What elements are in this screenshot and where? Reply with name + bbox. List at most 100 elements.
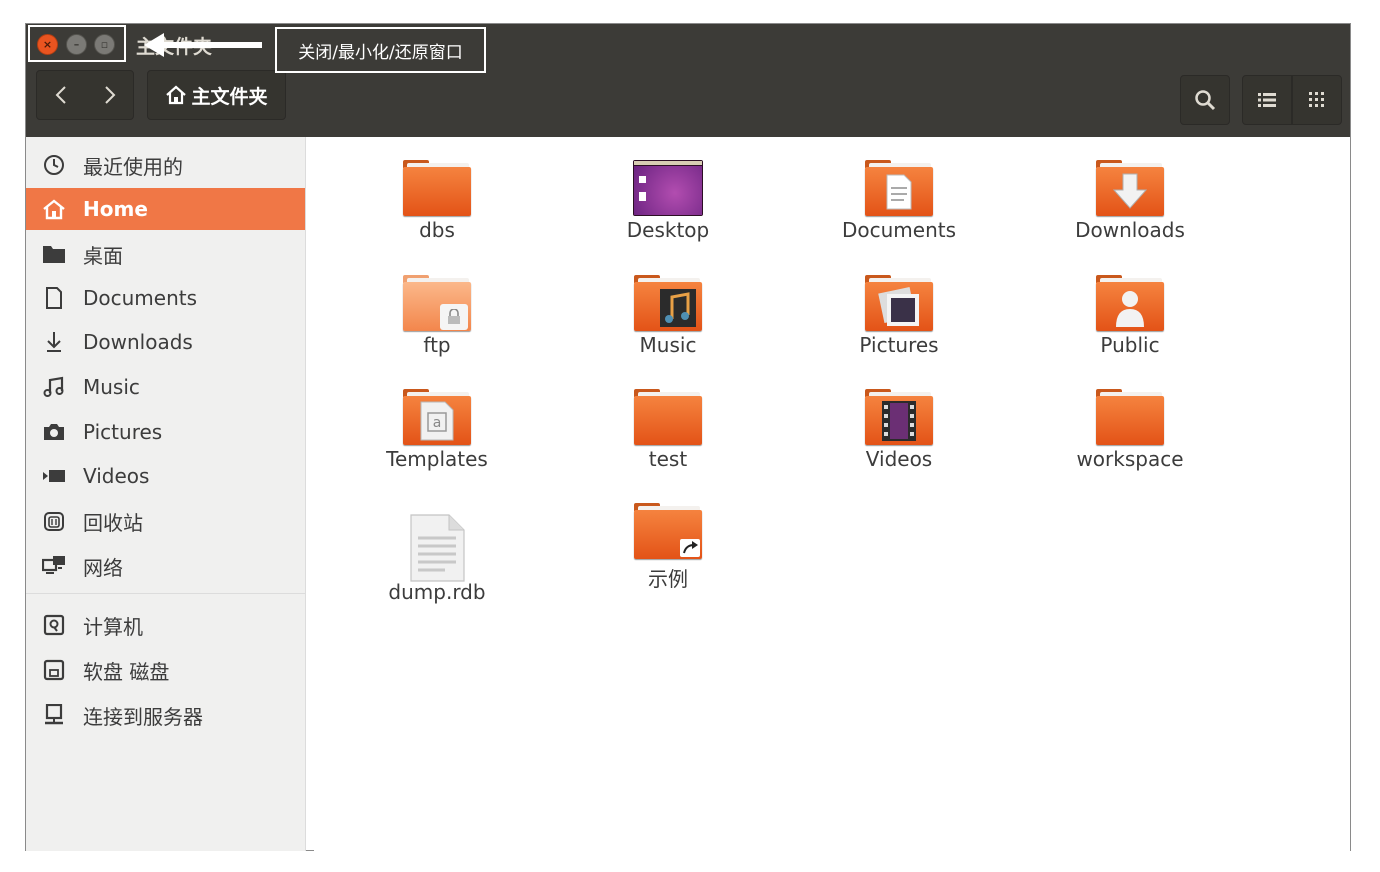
search-button[interactable] [1180,75,1230,125]
list-view-icon [1258,93,1276,107]
sidebar-item-trash[interactable]: 回收站 [26,501,305,541]
folder-documents-icon [865,160,933,216]
chevron-right-icon [105,86,116,104]
sidebar-item-computer[interactable]: 计算机 [26,605,305,645]
sidebar: 最近使用的 Home 桌面 Documents Downloads Music … [26,137,306,851]
sidebar-item-label: 连接到服务器 [83,704,203,729]
file-item-desktop[interactable]: Desktop [568,160,768,242]
video-icon [42,464,66,488]
file-item-ftp[interactable]: ftp [337,275,537,357]
list-view-button[interactable] [1242,75,1292,125]
folder-icon [403,160,471,216]
file-item-workspace[interactable]: workspace [1030,389,1230,471]
file-label: ftp [423,333,451,357]
file-label: Videos [865,447,933,471]
title-bar: × – ▫ 主文件夹 关闭/最小化/还原窗口 [26,24,1350,73]
toolbar: 主文件夹 [26,66,1350,137]
chevron-left-icon [55,86,66,104]
home-icon [166,85,187,105]
sidebar-item-label: Downloads [83,330,193,354]
sidebar-item-floppy[interactable]: 软盘 磁盘 [26,650,305,690]
file-label: Templates [386,447,488,471]
folder-templates-icon: a [403,389,471,445]
folder-icon [1096,389,1164,445]
grid-view-button[interactable] [1292,75,1342,125]
folder-downloads-icon [1096,160,1164,216]
file-item-templates[interactable]: a Templates [337,389,537,471]
sidebar-item-label: Videos [83,464,150,488]
file-label: Desktop [626,218,710,242]
file-label: Downloads [1075,218,1185,242]
sidebar-item-label: 桌面 [83,243,123,268]
document-icon [42,286,66,310]
file-label: test [648,447,688,471]
sidebar-item-music[interactable]: Music [26,367,305,407]
download-icon [42,330,66,354]
file-item-test[interactable]: test [568,389,768,471]
trash-icon [42,509,66,533]
computer-icon [42,613,66,637]
folder-icon [634,389,702,445]
file-item-music[interactable]: Music [568,275,768,357]
file-item-public[interactable]: Public [1030,275,1230,357]
grid-view-icon [1309,92,1324,107]
folder-link-icon [634,503,702,559]
file-item-examples[interactable]: 示例 [568,503,768,592]
music-icon [42,375,66,399]
file-item-videos[interactable]: Videos [799,389,999,471]
home-icon [42,197,66,221]
desktop-folder-icon [633,160,703,216]
file-item-dbs[interactable]: dbs [337,160,537,242]
file-label: workspace [1076,447,1184,471]
sidebar-item-downloads[interactable]: Downloads [26,322,305,362]
annotation-label: 关闭/最小化/还原窗口 [275,27,486,73]
sidebar-item-label: 最近使用的 [83,154,183,179]
sidebar-item-label: Music [83,375,140,399]
folder-locked-icon [403,275,471,331]
sidebar-item-videos[interactable]: Videos [26,456,305,496]
text-file-icon [410,514,465,582]
sidebar-item-label: 网络 [83,555,123,580]
file-item-pictures[interactable]: Pictures [799,275,999,357]
file-label: Documents [841,218,957,242]
file-label: Music [639,333,697,357]
sidebar-item-documents[interactable]: Documents [26,278,305,318]
sidebar-item-label: Home [83,197,148,221]
sidebar-item-label: 软盘 磁盘 [83,659,170,684]
sidebar-item-desktop[interactable]: 桌面 [26,234,305,274]
sidebar-item-home[interactable]: Home [26,188,305,230]
sidebar-item-label: 回收站 [83,510,143,535]
file-manager-window: × – ▫ 主文件夹 关闭/最小化/还原窗口 主文件夹 [25,23,1351,851]
back-button[interactable] [37,71,85,119]
server-icon [42,703,66,727]
folder-videos-icon [865,389,933,445]
file-item-downloads[interactable]: Downloads [1030,160,1230,242]
breadcrumb-home[interactable]: 主文件夹 [147,70,286,120]
navigation-button-group [36,70,134,120]
sidebar-item-label: Pictures [83,420,163,444]
sidebar-item-label: Documents [83,286,198,310]
forward-button[interactable] [86,71,134,119]
annotation-highlight-box [28,25,126,62]
breadcrumb-label: 主文件夹 [191,85,268,108]
file-label: Pictures [859,333,939,357]
file-label: dbs [419,218,455,242]
file-label: dump.rdb [388,580,486,604]
floppy-icon [42,658,66,682]
file-item-documents[interactable]: Documents [799,160,999,242]
file-label: 示例 [648,567,688,591]
network-icon [42,554,66,578]
sidebar-item-network[interactable]: 网络 [26,546,305,586]
folder-music-icon [634,275,702,331]
folder-public-icon [1096,275,1164,331]
folder-pictures-icon [865,275,933,331]
file-view: dbs Desktop Documents Downloads ftp Musi… [314,137,1350,851]
file-label: Public [1100,333,1160,357]
sidebar-item-connect-server[interactable]: 连接到服务器 [26,695,305,735]
sidebar-item-pictures[interactable]: Pictures [26,412,305,452]
file-item-dump-rdb[interactable]: dump.rdb [337,514,537,604]
clock-icon [42,153,66,177]
sidebar-item-recent[interactable]: 最近使用的 [26,145,305,185]
sidebar-item-label: 计算机 [83,614,143,639]
sidebar-divider [26,593,305,594]
